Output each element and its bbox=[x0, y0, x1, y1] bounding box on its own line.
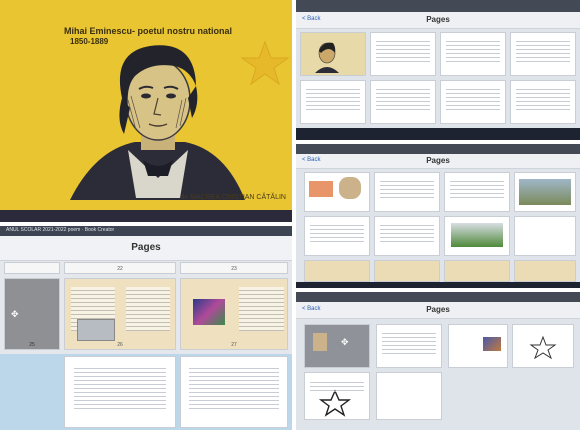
page-thumbnail[interactable] bbox=[374, 260, 440, 282]
page-thumbnail[interactable] bbox=[180, 356, 288, 428]
page-thumbnail[interactable] bbox=[374, 172, 440, 212]
portrait-image bbox=[313, 333, 327, 351]
portrait-thumbnail bbox=[315, 42, 339, 73]
page-thumbnail[interactable] bbox=[4, 262, 60, 274]
pages-view-photo-2: < Back Pages bbox=[296, 0, 580, 140]
app-topbar: ANUL SCOLAR 2021-2022 poem · Book Creato… bbox=[0, 226, 292, 236]
page-thumbnail[interactable] bbox=[304, 372, 370, 420]
page-thumbnail[interactable] bbox=[510, 80, 576, 124]
pages-view-photo-4: < Back Pages bbox=[296, 144, 580, 288]
page-thumbnail[interactable]: 26 bbox=[64, 278, 176, 350]
slide-title: Mihai Eminescu- poetul nostru national bbox=[64, 26, 233, 36]
page-number: 27 bbox=[231, 342, 237, 348]
eminescu-slide-photo: Mihai Eminescu- poetul nostru national 1… bbox=[0, 0, 292, 222]
pages-header: < Back Pages bbox=[296, 12, 580, 29]
browser-topbar bbox=[296, 0, 580, 12]
page-thumbnail[interactable] bbox=[444, 260, 510, 282]
page-thumbnail[interactable]: 22 bbox=[64, 262, 176, 274]
pages-header: < Back Pages bbox=[296, 154, 580, 169]
page-thumbnail[interactable]: 27 bbox=[180, 278, 288, 350]
page-thumbnail[interactable] bbox=[512, 324, 574, 368]
page-thumbnail[interactable]: 23 bbox=[180, 262, 288, 274]
page-thumbnail[interactable] bbox=[370, 32, 436, 76]
page-thumbnail[interactable] bbox=[300, 80, 366, 124]
painting-image bbox=[483, 337, 501, 351]
screen-bezel bbox=[0, 210, 292, 222]
page-number: 26 bbox=[117, 342, 123, 348]
pages-title: Pages bbox=[426, 156, 450, 165]
page-thumbnail[interactable] bbox=[304, 216, 370, 256]
page-thumbnail-selected[interactable]: ✥ bbox=[304, 324, 370, 368]
page-thumbnail[interactable] bbox=[304, 172, 370, 212]
painting-image bbox=[193, 299, 225, 325]
page-thumbnail[interactable] bbox=[64, 356, 176, 428]
browser-topbar bbox=[296, 144, 580, 154]
page-number: 25 bbox=[29, 342, 35, 348]
page-thumbnail[interactable] bbox=[440, 80, 506, 124]
pages-title: Pages bbox=[426, 305, 450, 314]
page-thumbnail[interactable] bbox=[514, 172, 576, 212]
pages-view-photo-5: < Back Pages ✥ bbox=[296, 292, 580, 430]
page-thumbnail[interactable] bbox=[510, 32, 576, 76]
slide-author: de MACREA CRISTIAN CĂTĂLIN bbox=[180, 194, 286, 201]
pages-title: Pages bbox=[426, 15, 450, 24]
page-thumbnail[interactable] bbox=[448, 324, 508, 368]
browser-topbar bbox=[296, 292, 580, 302]
page-thumbnail[interactable] bbox=[440, 32, 506, 76]
pages-title: Pages bbox=[131, 242, 161, 253]
page-number: 22 bbox=[117, 266, 123, 272]
photo-image bbox=[77, 319, 115, 341]
move-icon: ✥ bbox=[341, 337, 349, 347]
building-image bbox=[451, 223, 503, 247]
star-decoration bbox=[240, 40, 290, 86]
page-thumbnail[interactable] bbox=[304, 260, 370, 282]
page-thumbnail[interactable] bbox=[300, 32, 366, 76]
slide-years: 1850-1889 bbox=[70, 37, 109, 46]
star-outline-icon bbox=[529, 335, 557, 360]
page-thumbnail[interactable] bbox=[514, 216, 576, 256]
title-block bbox=[309, 181, 333, 197]
pages-header: < Back Pages bbox=[296, 302, 580, 319]
page-thumbnail[interactable] bbox=[376, 372, 442, 420]
page-thumbnail[interactable] bbox=[374, 216, 440, 256]
page-thumbnail-selected[interactable]: ✥ 25 bbox=[4, 278, 60, 350]
portrait-image bbox=[339, 177, 361, 199]
os-taskbar bbox=[296, 282, 580, 288]
page-thumbnail[interactable] bbox=[514, 260, 576, 282]
os-taskbar bbox=[296, 128, 580, 140]
pages-header: Pages bbox=[0, 236, 292, 261]
landscape-image bbox=[519, 179, 571, 205]
pages-view-photo-3: ANUL SCOLAR 2021-2022 poem · Book Creato… bbox=[0, 226, 292, 430]
page-number: 23 bbox=[231, 266, 237, 272]
page-thumbnail[interactable] bbox=[444, 216, 510, 256]
page-thumbnail[interactable] bbox=[376, 324, 442, 368]
topbar-text: ANUL SCOLAR 2021-2022 poem · Book Creato… bbox=[6, 227, 115, 233]
page-thumbnail[interactable] bbox=[370, 80, 436, 124]
page-thumbnail[interactable] bbox=[444, 172, 510, 212]
move-icon: ✥ bbox=[11, 309, 19, 319]
